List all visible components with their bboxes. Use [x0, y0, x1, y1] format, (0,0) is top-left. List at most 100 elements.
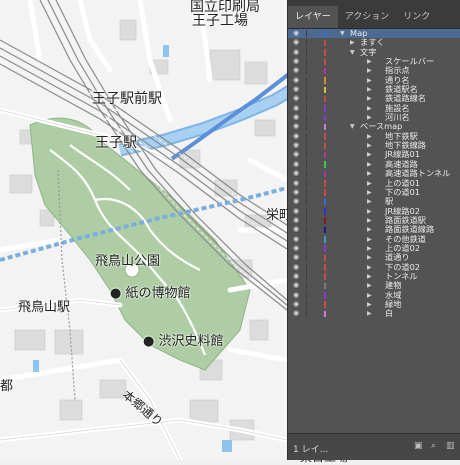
lock-column-divider[interactable]: [306, 263, 307, 271]
visibility-eye-icon[interactable]: ◉: [293, 263, 299, 272]
collapse-triangle-icon[interactable]: ▼: [340, 29, 345, 38]
visibility-eye-icon[interactable]: ◉: [293, 150, 299, 159]
lock-column-divider[interactable]: [306, 198, 307, 206]
layer-row[interactable]: ◉ ▶ 鉄道路線名: [288, 94, 460, 103]
expand-triangle-icon[interactable]: ▶: [367, 94, 372, 103]
layer-row[interactable]: ◉ ▶ 河川名: [288, 113, 460, 122]
visibility-eye-icon[interactable]: ◉: [293, 309, 299, 318]
new-sublayer-icon[interactable]: ▣: [414, 441, 424, 451]
lock-column-divider[interactable]: [306, 30, 307, 37]
layer-row[interactable]: ◉ ▶ 高速道路: [288, 160, 460, 169]
visibility-eye-icon[interactable]: ◉: [293, 66, 299, 75]
lock-column-divider[interactable]: [306, 244, 307, 252]
lock-column-divider[interactable]: [306, 58, 307, 66]
search-icon[interactable]: ⌕: [431, 441, 441, 451]
tab-layers[interactable]: レイヤー: [288, 6, 338, 28]
visibility-eye-icon[interactable]: ◉: [293, 291, 299, 300]
layer-row[interactable]: ◉ ▼ Map: [288, 29, 460, 39]
layer-row[interactable]: ◉ ▶ 駅: [288, 197, 460, 206]
lock-column-divider[interactable]: [306, 67, 307, 75]
tab-links[interactable]: リンク: [396, 6, 437, 28]
expand-triangle-icon[interactable]: ▶: [367, 207, 372, 216]
layer-row[interactable]: ◉ ▶ トンネル: [288, 272, 460, 281]
expand-triangle-icon[interactable]: ▶: [367, 253, 372, 262]
layer-row[interactable]: ◉ ▶ 緑地: [288, 300, 460, 309]
visibility-eye-icon[interactable]: ◉: [293, 197, 299, 206]
visibility-eye-icon[interactable]: ◉: [293, 57, 299, 66]
visibility-eye-icon[interactable]: ◉: [293, 235, 299, 244]
expand-triangle-icon[interactable]: ▶: [367, 57, 372, 66]
lock-column-divider[interactable]: [306, 235, 307, 243]
layer-row[interactable]: ◉ ▶ 鉄道駅名: [288, 85, 460, 94]
lock-column-divider[interactable]: [306, 272, 307, 280]
visibility-eye-icon[interactable]: ◉: [293, 29, 299, 38]
lock-column-divider[interactable]: [306, 310, 307, 318]
layer-row[interactable]: ◉ ▶ 上の道01: [288, 179, 460, 188]
lock-column-divider[interactable]: [306, 76, 307, 84]
visibility-eye-icon[interactable]: ◉: [293, 38, 299, 47]
visibility-eye-icon[interactable]: ◉: [293, 272, 299, 281]
visibility-eye-icon[interactable]: ◉: [293, 216, 299, 225]
visibility-eye-icon[interactable]: ◉: [293, 188, 299, 197]
expand-triangle-icon[interactable]: ▶: [367, 263, 372, 272]
tab-actions[interactable]: アクション: [338, 6, 397, 28]
expand-triangle-icon[interactable]: ▶: [367, 113, 372, 122]
visibility-eye-icon[interactable]: ◉: [293, 169, 299, 178]
layer-row[interactable]: ◉ ▶ 地下鉄駅: [288, 132, 460, 141]
lock-column-divider[interactable]: [306, 282, 307, 290]
layer-row[interactable]: ◉ ▶ 地下鉄線路: [288, 141, 460, 150]
layer-row[interactable]: ◉ ▶ 路面鉄道線路: [288, 225, 460, 234]
layer-row[interactable]: ◉ ▶ ますく: [288, 38, 460, 47]
layer-row[interactable]: ◉ ▼ 文字: [288, 48, 460, 57]
visibility-eye-icon[interactable]: ◉: [293, 160, 299, 169]
lock-column-divider[interactable]: [306, 86, 307, 94]
visibility-eye-icon[interactable]: ◉: [293, 179, 299, 188]
visibility-eye-icon[interactable]: ◉: [293, 122, 299, 131]
lock-column-divider[interactable]: [306, 151, 307, 159]
layer-row[interactable]: ◉ ▶ 水域: [288, 291, 460, 300]
lock-column-divider[interactable]: [306, 170, 307, 178]
layer-row[interactable]: ◉ ▶ JR線路01: [288, 150, 460, 159]
expand-triangle-icon[interactable]: ▶: [367, 150, 372, 159]
lock-column-divider[interactable]: [306, 300, 307, 308]
lock-column-divider[interactable]: [306, 226, 307, 234]
expand-triangle-icon[interactable]: ▶: [367, 281, 372, 290]
visibility-eye-icon[interactable]: ◉: [293, 48, 299, 57]
lock-column-divider[interactable]: [306, 48, 307, 56]
expand-triangle-icon[interactable]: ▶: [367, 291, 372, 300]
lock-column-divider[interactable]: [306, 95, 307, 103]
lock-column-divider[interactable]: [306, 291, 307, 299]
expand-triangle-icon[interactable]: ▶: [367, 188, 372, 197]
expand-triangle-icon[interactable]: ▶: [367, 309, 372, 318]
expand-triangle-icon[interactable]: ▶: [367, 244, 372, 253]
lock-column-divider[interactable]: [306, 132, 307, 140]
trash-icon[interactable]: ▥: [446, 441, 456, 451]
expand-triangle-icon[interactable]: ▶: [367, 272, 372, 281]
layer-row[interactable]: ◉ ▶ 施設名: [288, 104, 460, 113]
lock-column-divider[interactable]: [306, 254, 307, 262]
expand-triangle-icon[interactable]: ▶: [367, 66, 372, 75]
layer-row[interactable]: ◉ ▶ 下の道02: [288, 263, 460, 272]
expand-triangle-icon[interactable]: ▶: [367, 160, 372, 169]
visibility-eye-icon[interactable]: ◉: [293, 113, 299, 122]
visibility-eye-icon[interactable]: ◉: [293, 104, 299, 113]
expand-triangle-icon[interactable]: ▶: [367, 179, 372, 188]
collapse-triangle-icon[interactable]: ▼: [350, 122, 355, 131]
lock-column-divider[interactable]: [306, 160, 307, 168]
visibility-eye-icon[interactable]: ◉: [293, 207, 299, 216]
layer-row[interactable]: ◉ ▶ 通り名: [288, 76, 460, 85]
visibility-eye-icon[interactable]: ◉: [293, 85, 299, 94]
expand-triangle-icon[interactable]: ▶: [367, 300, 372, 309]
visibility-eye-icon[interactable]: ◉: [293, 141, 299, 150]
expand-triangle-icon[interactable]: ▶: [367, 104, 372, 113]
lock-column-divider[interactable]: [306, 216, 307, 224]
expand-triangle-icon[interactable]: ▶: [367, 141, 372, 150]
layer-row[interactable]: ◉ ▶ 高速道路トンネル: [288, 169, 460, 178]
layer-row[interactable]: ◉ ▶ 上の道02: [288, 244, 460, 253]
layer-row[interactable]: ◉ ▶ 路面鉄道駅: [288, 216, 460, 225]
lock-column-divider[interactable]: [306, 179, 307, 187]
lock-column-divider[interactable]: [306, 114, 307, 122]
layer-row[interactable]: ◉ ▶ スケールバー: [288, 57, 460, 66]
expand-triangle-icon[interactable]: ▶: [367, 225, 372, 234]
expand-triangle-icon[interactable]: ▶: [367, 85, 372, 94]
